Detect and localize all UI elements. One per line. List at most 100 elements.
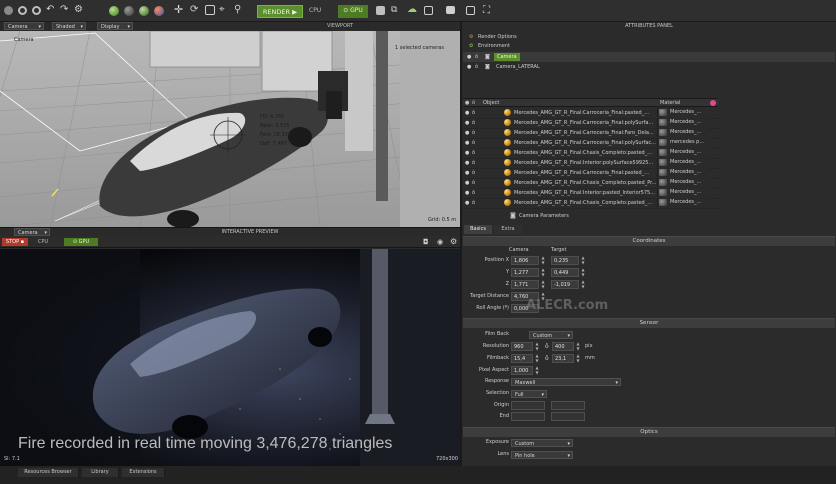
photo-icon[interactable] — [446, 6, 455, 14]
material-cell[interactable]: Mercedes_... — [657, 108, 708, 117]
preview-camera-icon[interactable]: ◉ — [437, 238, 443, 246]
visibility-icon[interactable]: ● — [465, 178, 469, 188]
material-cell[interactable]: Mercedes_... — [657, 148, 708, 157]
visibility-icon[interactable]: ● — [467, 62, 471, 72]
visibility-icon[interactable]: ● — [467, 52, 471, 62]
preview-cpu-toggle[interactable]: CPU — [38, 238, 48, 246]
export-icon[interactable]: ⧉ — [391, 5, 397, 15]
material-cell[interactable]: Mercedes_... — [657, 158, 708, 167]
origin-y-field[interactable] — [551, 401, 585, 410]
camera-x-field[interactable]: 1,806 — [511, 256, 539, 265]
film-back-select[interactable]: Custom — [529, 331, 573, 340]
optics-section[interactable]: Optics — [463, 427, 835, 437]
snapshot-icon[interactable] — [466, 6, 475, 15]
lock-icon[interactable]: ô — [475, 62, 478, 72]
lens-select[interactable]: Pin hole — [511, 451, 573, 460]
rotate-icon[interactable]: ⟳ — [190, 4, 198, 15]
resolution-height-stepper[interactable]: ▲ ▼ — [576, 341, 580, 351]
filmback-width-stepper[interactable]: ▲ ▼ — [535, 353, 539, 363]
display-select[interactable]: Display — [97, 22, 133, 31]
preview-gpu-toggle[interactable]: ⊙ GPU — [64, 238, 98, 246]
material-cell[interactable]: Mercedes_... — [657, 118, 708, 127]
preferences-gear-icon[interactable]: ⚙ — [74, 4, 83, 15]
preview-mode-icon[interactable]: ◘ — [423, 238, 429, 246]
lock-icon[interactable]: ô — [472, 198, 475, 208]
camera-icon[interactable] — [4, 6, 13, 15]
visibility-icon[interactable]: ● — [465, 168, 469, 178]
lock-icon[interactable]: ô — [472, 118, 475, 128]
lock-icon[interactable]: ô — [472, 128, 475, 138]
shading-sphere-icon[interactable] — [109, 6, 119, 16]
target-z-field[interactable]: -1,019 — [551, 280, 579, 289]
visibility-icon[interactable]: ● — [465, 108, 469, 118]
shaded-select[interactable]: Shaded — [52, 22, 86, 31]
viewport[interactable]: Camera 1 selected cameras FD: 4.760 Near… — [0, 31, 460, 227]
color-sphere-icon[interactable] — [154, 6, 164, 16]
target-y-stepper[interactable]: ▲ ▼ — [581, 267, 585, 277]
pixel-aspect-stepper[interactable]: ▲ ▼ — [535, 365, 539, 375]
lock-icon[interactable]: ô — [472, 108, 475, 118]
lock-icon[interactable]: ô — [472, 168, 475, 178]
visibility-icon[interactable]: ● — [465, 148, 469, 158]
camera-z-stepper[interactable]: ▲ ▼ — [541, 279, 545, 289]
material-column-header[interactable]: Material — [660, 99, 680, 107]
tree-environment[interactable]: ✿ Environment — [463, 41, 835, 51]
scale-icon[interactable] — [205, 5, 215, 15]
filmback-width-field[interactable]: 15,4 — [511, 354, 533, 363]
object-column-header[interactable]: Object — [483, 99, 499, 107]
fx-icon[interactable] — [376, 6, 385, 15]
visibility-icon[interactable]: ● — [465, 188, 469, 198]
visibility-icon[interactable]: ● — [465, 138, 469, 148]
interactive-preview[interactable]: Fire recorded in real time moving 3,476,… — [0, 249, 460, 466]
material-cell[interactable]: Mercedes_... — [657, 188, 708, 197]
move-icon[interactable]: ✛ — [174, 3, 183, 16]
lock-icon[interactable]: ô — [475, 52, 478, 62]
layout-icon[interactable] — [424, 6, 433, 15]
fullscreen-icon[interactable]: ⛶ — [483, 5, 490, 16]
camera-x-stepper[interactable]: ▲ ▼ — [541, 255, 545, 265]
target-x-field[interactable]: 0,235 — [551, 256, 579, 265]
lock-icon[interactable]: ô — [472, 148, 475, 158]
filmback-height-stepper[interactable]: ▲ ▼ — [576, 353, 580, 363]
zoom-fit-icon[interactable]: ⚲ — [234, 4, 241, 15]
material-sphere-icon[interactable] — [124, 6, 134, 16]
exposure-select[interactable]: Custom — [511, 439, 573, 448]
resolution-width-field[interactable]: 960 — [511, 342, 533, 351]
tree-camera-lateral[interactable]: ● ô ◙ Camera_LATERAL — [463, 62, 835, 72]
tab-basics[interactable]: Basics — [464, 225, 492, 234]
material-cell[interactable]: Mercedes_... — [657, 198, 708, 207]
cloud-icon[interactable]: ☁ — [407, 4, 417, 15]
visibility-icon[interactable]: ● — [465, 128, 469, 138]
resolution-width-stepper[interactable]: ▲ ▼ — [535, 341, 539, 351]
pixel-aspect-field[interactable]: 1,000 — [511, 366, 533, 375]
material-cell[interactable]: Mercedes_... — [657, 168, 708, 177]
lock-icon[interactable]: ô — [472, 158, 475, 168]
visibility-icon[interactable]: ● — [465, 198, 469, 208]
target-y-field[interactable]: 0,449 — [551, 268, 579, 277]
lock-icon[interactable]: ô — [472, 138, 475, 148]
response-select[interactable]: Maxwell — [511, 378, 621, 387]
resolution-lock-icon[interactable]: ô — [545, 342, 549, 351]
preview-camera-select[interactable]: Camera — [14, 228, 50, 237]
gpu-toggle[interactable]: ⊙ GPU — [338, 5, 368, 18]
stop-button[interactable]: STOP ▪ — [2, 238, 28, 246]
tab-resources-browser[interactable]: Resources Browser — [18, 468, 79, 477]
gear-icon[interactable] — [18, 6, 27, 15]
render-settings-icon[interactable] — [32, 6, 41, 15]
coordinates-section[interactable]: Coordinates — [463, 236, 835, 246]
tab-library[interactable]: Library — [82, 468, 119, 477]
filmback-lock-icon[interactable]: ô — [545, 354, 549, 363]
render-button[interactable]: RENDER ▶ — [257, 5, 303, 18]
undo-icon[interactable]: ↶ — [46, 4, 54, 15]
tree-camera[interactable]: ● ô ◙ Camera — [463, 52, 835, 62]
selection-select[interactable]: Full — [511, 390, 547, 399]
redo-icon[interactable]: ↷ — [60, 4, 68, 15]
visibility-icon[interactable]: ● — [465, 118, 469, 128]
target-z-stepper[interactable]: ▲ ▼ — [581, 279, 585, 289]
end-y-field[interactable] — [551, 412, 585, 421]
material-cell[interactable]: Mercedes_... — [657, 178, 708, 187]
visibility-icon[interactable]: ● — [465, 158, 469, 168]
camera-y-stepper[interactable]: ▲ ▼ — [541, 267, 545, 277]
tab-extra[interactable]: Extra — [494, 225, 522, 234]
texture-sphere-icon[interactable] — [139, 6, 149, 16]
